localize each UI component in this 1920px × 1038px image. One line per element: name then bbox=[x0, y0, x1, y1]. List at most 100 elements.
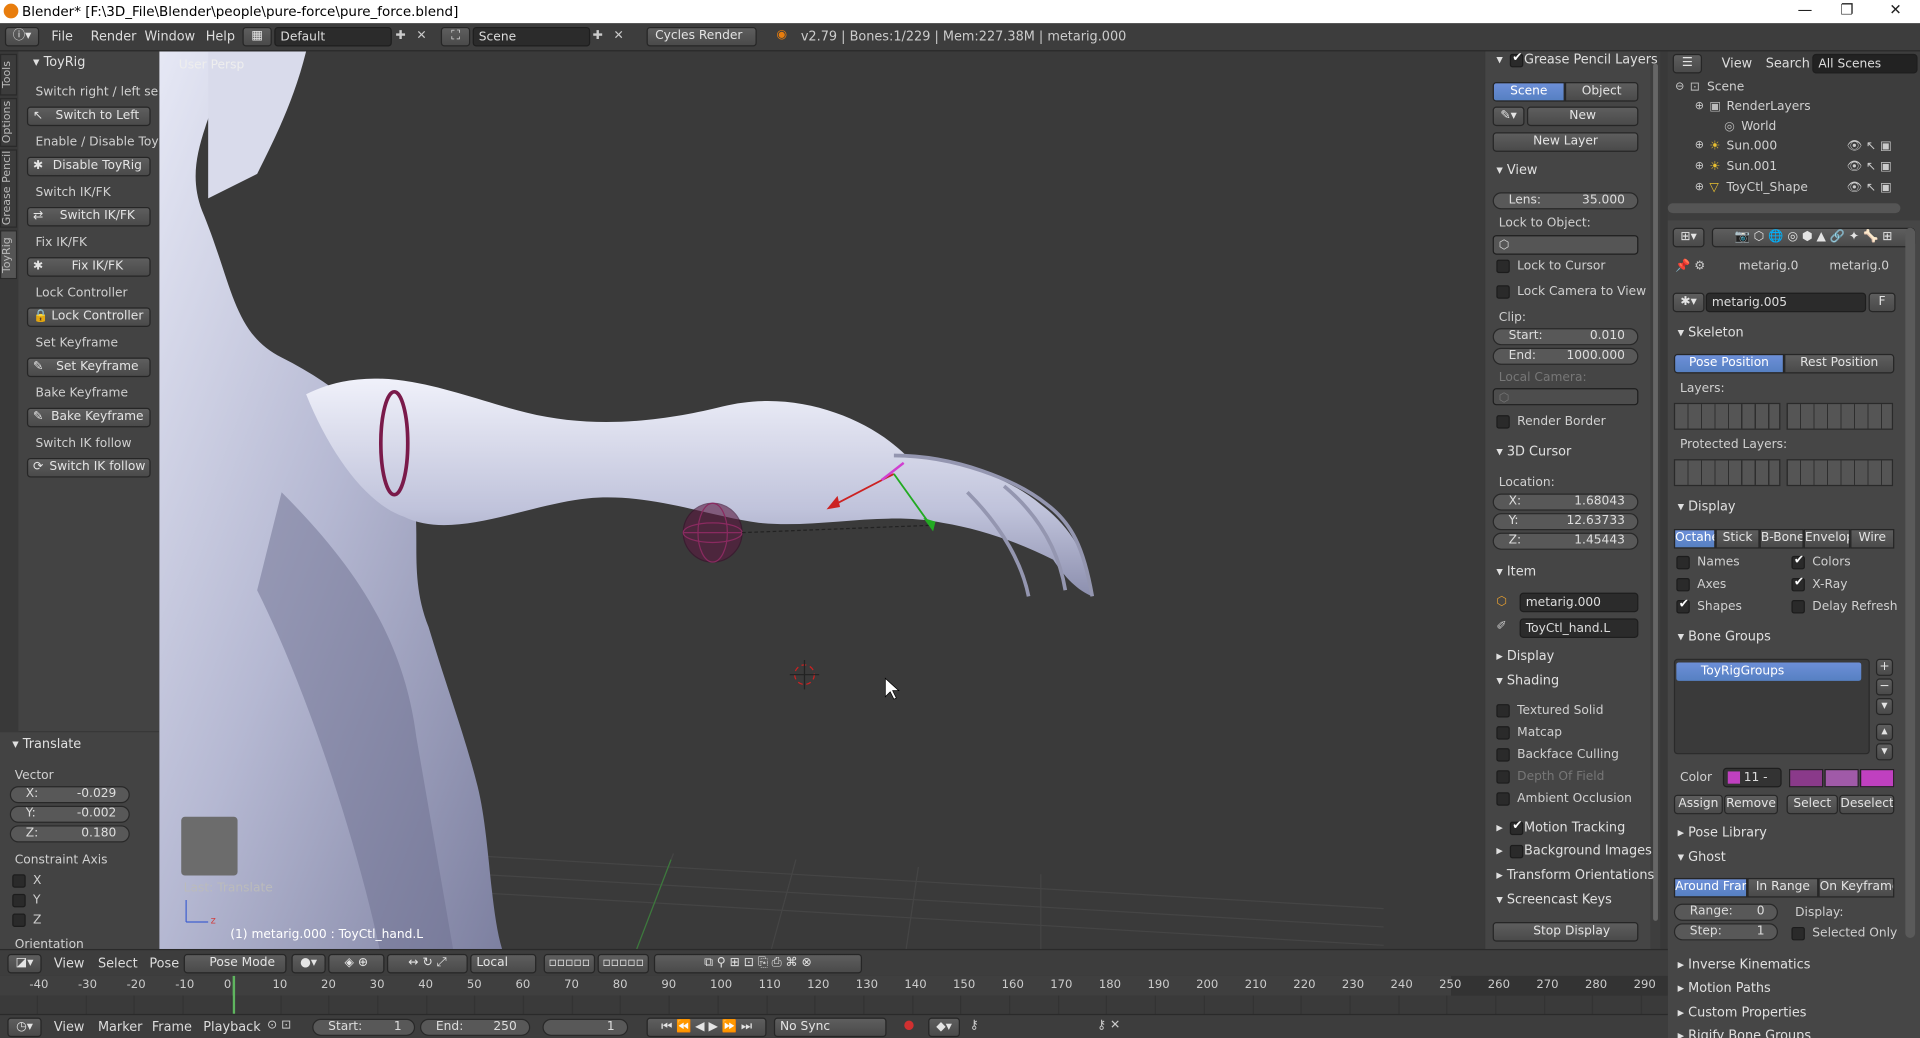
orientation-select[interactable]: Local bbox=[470, 953, 537, 974]
outliner-item[interactable]: Sun.001 bbox=[1727, 160, 1778, 173]
lock-camera-view-checkbox[interactable] bbox=[1496, 285, 1510, 299]
pencil-icon[interactable]: ✎▾ bbox=[1492, 106, 1525, 127]
editor-type-icon[interactable]: ⓘ▾ bbox=[4, 26, 40, 47]
current-frame-field[interactable]: 1 bbox=[542, 1018, 629, 1036]
remove-scene-icon[interactable]: ✕ bbox=[613, 29, 623, 42]
stop-display-button[interactable]: Stop Display bbox=[1492, 922, 1639, 942]
display-type-tab[interactable]: Wire bbox=[1850, 528, 1895, 549]
record-icon[interactable]: ● bbox=[904, 1019, 915, 1032]
scene-icon[interactable]: ⛶ bbox=[440, 26, 471, 47]
menu-help[interactable]: Help bbox=[206, 29, 235, 44]
toyrig-button[interactable]: 🔒 Lock Controller bbox=[26, 307, 151, 327]
shading-select-icon[interactable]: ●▾ bbox=[291, 953, 326, 974]
visibility-icon[interactable]: 👁 ↖ ▣ bbox=[1847, 140, 1892, 153]
custom-properties-header[interactable]: ▸ Custom Properties bbox=[1678, 1005, 1807, 1020]
skeleton-header[interactable]: ▾ Skeleton bbox=[1678, 326, 1744, 341]
outliner-scrollbar[interactable] bbox=[1667, 203, 1901, 214]
menu-file[interactable]: File bbox=[51, 29, 73, 44]
grease-pencil-header[interactable]: ▾ Grease Pencil Layers bbox=[1496, 53, 1657, 68]
view-header[interactable]: ▾ View bbox=[1496, 163, 1537, 178]
ghost-header[interactable]: ▾ Ghost bbox=[1678, 850, 1726, 865]
tab-options[interactable]: Options bbox=[0, 97, 18, 147]
timeline-marker-menu[interactable]: Marker bbox=[98, 1020, 142, 1035]
timeline-editor-icon[interactable]: ◷▾ bbox=[7, 1017, 42, 1038]
tab-scene[interactable]: Scene bbox=[1492, 82, 1565, 102]
layers-grid-2[interactable]: ▫▫▫▫▫ bbox=[597, 953, 649, 974]
vector-x-field[interactable]: X: -0.029 bbox=[9, 786, 130, 804]
names-checkbox[interactable] bbox=[1676, 555, 1690, 570]
pivot-select-icon[interactable]: ◈ ⊕ bbox=[328, 953, 385, 974]
bone-groups-header[interactable]: ▾ Bone Groups bbox=[1678, 629, 1771, 644]
fake-user-button[interactable]: F bbox=[1868, 292, 1896, 313]
move-up-icon[interactable]: ▴ bbox=[1875, 723, 1894, 741]
bone-group-item[interactable]: ToyRigGroups bbox=[1676, 662, 1862, 681]
group-menu-icon[interactable]: ▾ bbox=[1875, 697, 1894, 716]
layout-field[interactable]: Default bbox=[274, 26, 392, 47]
toyrig-button[interactable]: ↖ Switch to Left bbox=[26, 106, 151, 127]
timeline[interactable]: -40 -30 -20 -10 0 10 20 30 40 50 60 70 80 90 100 110 120… bbox=[0, 975, 1668, 1014]
clip-start-field[interactable]: Start: 0.010 bbox=[1492, 328, 1639, 346]
bone-display-header[interactable]: ▾ Display bbox=[1678, 500, 1736, 515]
axes-checkbox[interactable] bbox=[1676, 577, 1690, 592]
visibility-icon[interactable]: 👁 ↖ ▣ bbox=[1847, 160, 1892, 173]
local-camera-field[interactable]: ⬡ bbox=[1492, 388, 1639, 406]
preview-range-icon[interactable]: ⊙ ⊡ bbox=[267, 1019, 291, 1032]
color-swatch[interactable] bbox=[1860, 768, 1895, 788]
ghost-range-field[interactable]: Range: 0 bbox=[1673, 903, 1778, 921]
expand-icon[interactable]: ⊕ bbox=[1695, 100, 1704, 112]
item-bone-field[interactable]: ToyCtl_hand.L bbox=[1519, 618, 1639, 638]
screencast-header[interactable]: ▾ Screencast Keys bbox=[1496, 893, 1612, 908]
cursor-y-field[interactable]: Y: 12.63733 bbox=[1492, 513, 1639, 531]
move-down-icon[interactable]: ▾ bbox=[1875, 743, 1894, 761]
shading-header[interactable]: ▾ Shading bbox=[1496, 673, 1559, 688]
display-header[interactable]: ▸ Display bbox=[1496, 649, 1554, 664]
timeline-scrub[interactable] bbox=[0, 975, 1668, 996]
tab-toyrig[interactable]: ToyRig bbox=[0, 230, 18, 280]
new-layer-button[interactable]: New Layer bbox=[1492, 132, 1639, 152]
remove-layout-icon[interactable]: ✕ bbox=[416, 29, 426, 42]
tab-object[interactable]: Object bbox=[1564, 82, 1639, 102]
layout-icon[interactable]: ▦ bbox=[242, 26, 272, 47]
constraint-y-checkbox[interactable] bbox=[12, 893, 26, 908]
sync-select[interactable]: No Sync bbox=[773, 1017, 887, 1038]
backface-culling-checkbox[interactable] bbox=[1496, 748, 1510, 762]
ghost-in-range-tab[interactable]: In Range bbox=[1747, 877, 1819, 898]
ghost-on-keyframes-tab[interactable]: On Keyframes bbox=[1818, 877, 1895, 898]
remove-group-icon[interactable]: − bbox=[1875, 678, 1894, 696]
select-button[interactable]: Select bbox=[1786, 794, 1838, 815]
close-button[interactable]: ✕ bbox=[1889, 1, 1901, 18]
layer-grid[interactable] bbox=[1786, 459, 1894, 487]
layer-grid[interactable] bbox=[1786, 402, 1894, 430]
selected-only-checkbox[interactable] bbox=[1791, 926, 1805, 941]
pin-icon[interactable]: 📌 ⚙ bbox=[1675, 260, 1705, 273]
lock-object-field[interactable]: ⬡ bbox=[1492, 235, 1639, 255]
header-tool-icons[interactable]: ⧉ ⚲ ⊞ ⊡ ⎘ ⎙ ⌘ ⊗ bbox=[653, 953, 863, 974]
new-gpencil-button[interactable]: New bbox=[1526, 106, 1639, 127]
color-set-select[interactable]: 11 - bbox=[1722, 767, 1782, 788]
outliner-editor-icon[interactable]: ☰ bbox=[1672, 53, 1703, 74]
display-type-tab[interactable]: Stick bbox=[1715, 528, 1760, 549]
deselect-button[interactable]: Deselect bbox=[1839, 794, 1895, 815]
properties-context-tabs[interactable]: 📷 ⬡ 🌐 ◎ ⬢ ▲ 🔗 ✦ 🦴 ⊞ bbox=[1711, 227, 1916, 248]
add-scene-icon[interactable]: ✚ bbox=[593, 29, 603, 42]
cursor-x-field[interactable]: X: 1.68043 bbox=[1492, 493, 1639, 511]
toyrig-button[interactable]: ✎ Set Keyframe bbox=[26, 357, 151, 378]
color-swatch[interactable] bbox=[1788, 768, 1824, 788]
display-type-tab[interactable]: Octahed bbox=[1673, 528, 1716, 549]
rigify-header[interactable]: ▸ Rigify Bone Groups bbox=[1678, 1029, 1811, 1038]
cursor-z-field[interactable]: Z: 1.45443 bbox=[1492, 532, 1639, 550]
delay-refresh-checkbox[interactable] bbox=[1791, 600, 1805, 614]
ghost-around-frame-tab[interactable]: Around Frame bbox=[1673, 877, 1748, 898]
insert-key-icons[interactable]: ⚷ ✕ bbox=[1097, 1019, 1120, 1032]
scene-field[interactable]: Scene bbox=[472, 26, 591, 47]
expand-icon[interactable]: ⊕ bbox=[1695, 140, 1704, 152]
colors-checkbox[interactable] bbox=[1791, 553, 1805, 570]
ambient-occlusion-checkbox[interactable] bbox=[1496, 792, 1510, 806]
clip-end-field[interactable]: End: 1000.000 bbox=[1492, 347, 1639, 365]
timeline-frame-menu[interactable]: Frame bbox=[152, 1020, 192, 1035]
outliner-search-menu[interactable]: Search bbox=[1766, 56, 1810, 71]
properties-scrollbar[interactable] bbox=[1905, 227, 1916, 938]
background-images-header[interactable]: ▸ Background Images bbox=[1496, 844, 1651, 859]
lock-to-cursor-checkbox[interactable] bbox=[1496, 259, 1510, 274]
outliner-view-menu[interactable]: View bbox=[1722, 56, 1753, 71]
